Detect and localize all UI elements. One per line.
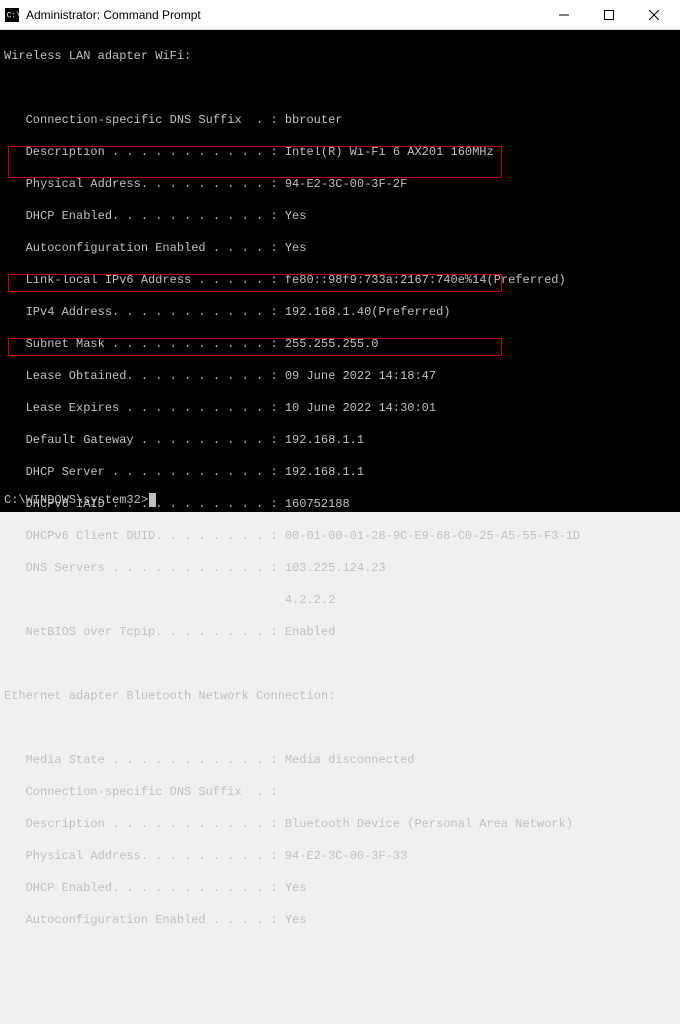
terminal-output[interactable]: Wireless LAN adapter WiFi: Connection-sp… xyxy=(0,30,680,512)
row-bt-dns-suffix: Connection-specific DNS Suffix . : xyxy=(4,784,676,800)
prompt-text: C:\WINDOWS\system32> xyxy=(4,493,148,507)
row-link-local-ipv6: Link-local IPv6 Address . . . . . : fe80… xyxy=(4,272,676,288)
row-subnet-mask: Subnet Mask . . . . . . . . . . . : 255.… xyxy=(4,336,676,352)
blank-line xyxy=(4,80,676,96)
window-controls xyxy=(541,0,676,29)
row-netbios: NetBIOS over Tcpip. . . . . . . . : Enab… xyxy=(4,624,676,640)
row-lease-obtained: Lease Obtained. . . . . . . . . . : 09 J… xyxy=(4,368,676,384)
cursor xyxy=(149,493,156,507)
row-media-state: Media State . . . . . . . . . . . : Medi… xyxy=(4,752,676,768)
row-lease-expires: Lease Expires . . . . . . . . . . : 10 J… xyxy=(4,400,676,416)
row-dhcpv6-duid: DHCPv6 Client DUID. . . . . . . . : 00-0… xyxy=(4,528,676,544)
blank-line xyxy=(4,720,676,736)
close-button[interactable] xyxy=(631,0,676,29)
row-physical-address: Physical Address. . . . . . . . . : 94-E… xyxy=(4,176,676,192)
row-dns-suffix: Connection-specific DNS Suffix . : bbrou… xyxy=(4,112,676,128)
row-dns-servers-2: 4.2.2.2 xyxy=(4,592,676,608)
row-default-gateway: Default Gateway . . . . . . . . . : 192.… xyxy=(4,432,676,448)
minimize-button[interactable] xyxy=(541,0,586,29)
row-ipv4-address: IPv4 Address. . . . . . . . . . . : 192.… xyxy=(4,304,676,320)
cmd-icon: C:\ xyxy=(4,7,20,23)
svg-text:C:\: C:\ xyxy=(7,11,19,20)
row-bt-physical: Physical Address. . . . . . . . . : 94-E… xyxy=(4,848,676,864)
adapter-header-wifi: Wireless LAN adapter WiFi: xyxy=(4,48,676,64)
titlebar[interactable]: C:\ Administrator: Command Prompt xyxy=(0,0,680,30)
row-bt-autoconf: Autoconfiguration Enabled . . . . : Yes xyxy=(4,912,676,928)
maximize-button[interactable] xyxy=(586,0,631,29)
row-description: Description . . . . . . . . . . . : Inte… xyxy=(4,144,676,160)
window-title: Administrator: Command Prompt xyxy=(26,8,541,22)
row-dhcp-enabled: DHCP Enabled. . . . . . . . . . . : Yes xyxy=(4,208,676,224)
row-dns-servers: DNS Servers . . . . . . . . . . . : 103.… xyxy=(4,560,676,576)
prompt-line[interactable]: C:\WINDOWS\system32> xyxy=(4,492,156,508)
row-autoconfig: Autoconfiguration Enabled . . . . : Yes xyxy=(4,240,676,256)
adapter-header-bluetooth: Ethernet adapter Bluetooth Network Conne… xyxy=(4,688,676,704)
blank-line xyxy=(4,656,676,672)
row-dhcp-server: DHCP Server . . . . . . . . . . . : 192.… xyxy=(4,464,676,480)
row-bt-dhcp: DHCP Enabled. . . . . . . . . . . : Yes xyxy=(4,880,676,896)
row-bt-description: Description . . . . . . . . . . . : Blue… xyxy=(4,816,676,832)
